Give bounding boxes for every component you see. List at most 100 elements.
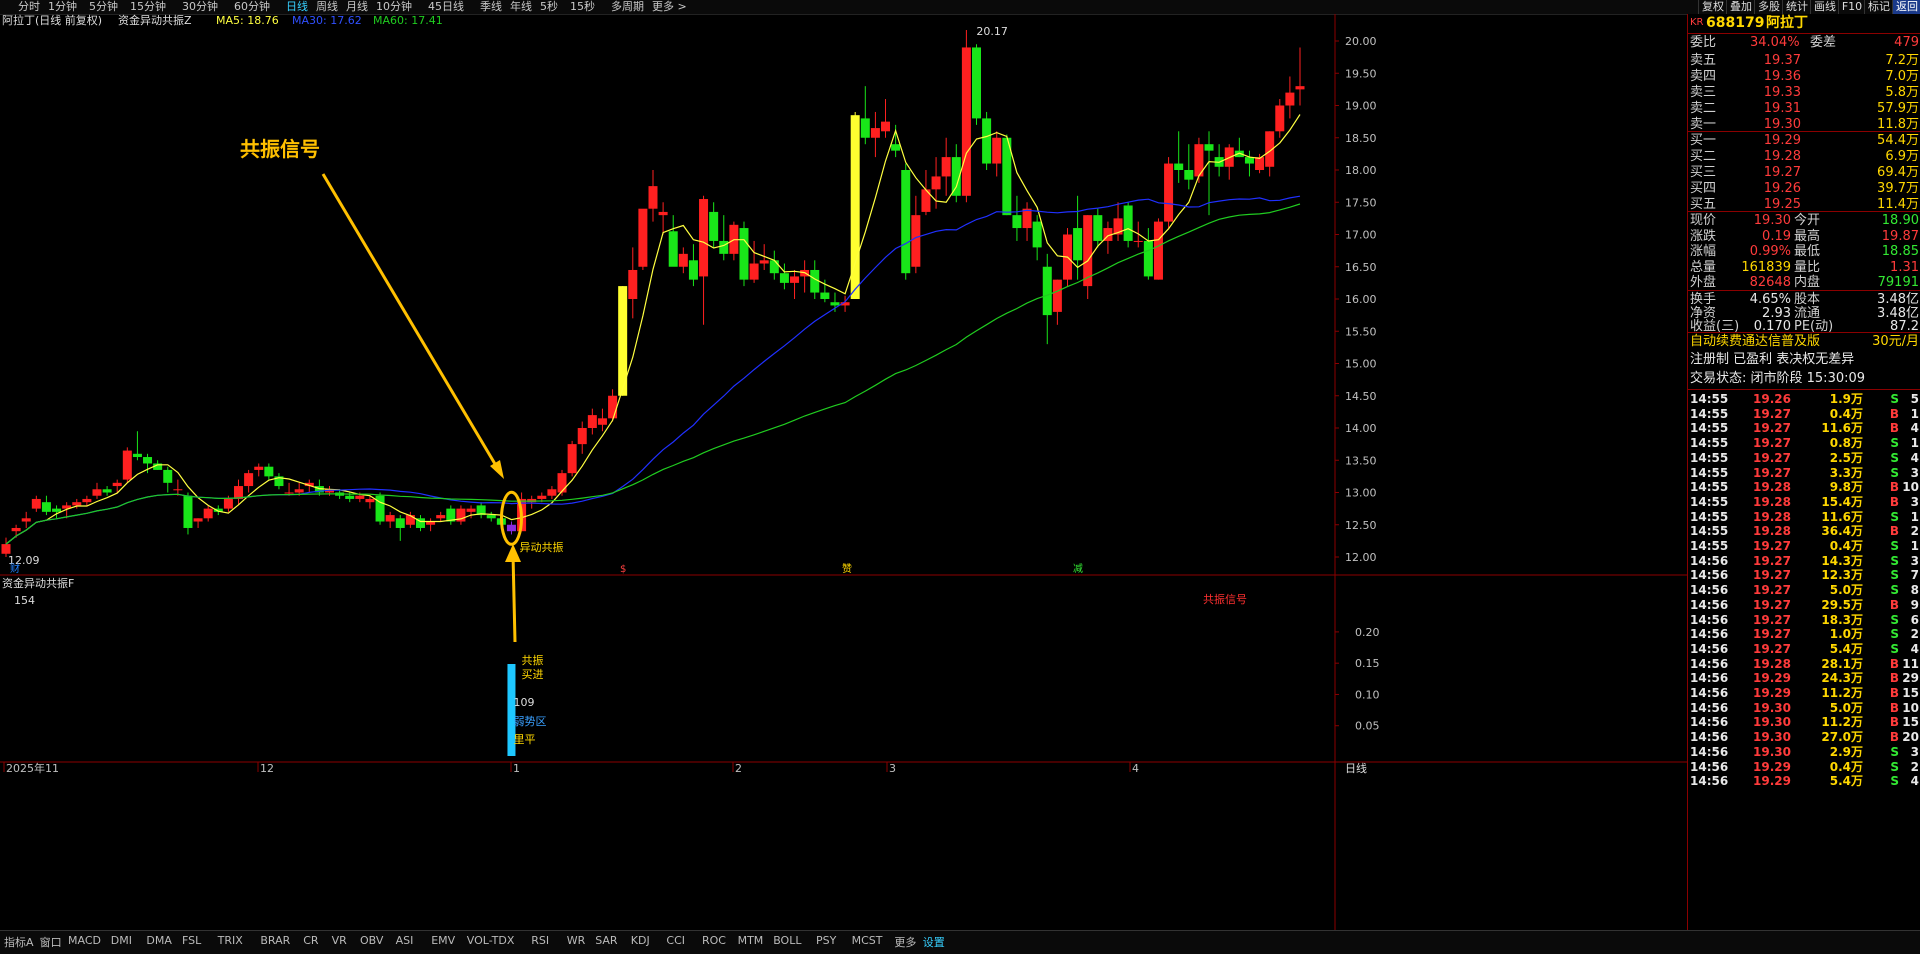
stat-value-2: 79191 bbox=[1877, 275, 1919, 290]
candle-body bbox=[284, 492, 294, 494]
period-tab-8[interactable]: 月线 bbox=[346, 0, 368, 14]
candle-body bbox=[567, 444, 577, 474]
tick-list[interactable]: 14:55 19.26 1.9万 S 5 14:55 19.27 0.4万 B 1 14:55 19.… bbox=[1688, 389, 1920, 954]
period-label: 日线 bbox=[1345, 761, 1367, 775]
indicator-tab-23[interactable]: MCST bbox=[852, 934, 883, 947]
indicator-tab-11[interactable]: ASI bbox=[396, 934, 414, 947]
sub-arrow bbox=[511, 553, 517, 643]
indicator-tab-17[interactable]: KDJ bbox=[631, 934, 650, 947]
period-tab-11[interactable]: 季线 bbox=[480, 0, 502, 14]
candle-body bbox=[1255, 157, 1265, 170]
indicator-tab-7[interactable]: BRAR bbox=[260, 934, 290, 947]
period-tab-6[interactable]: 日线 bbox=[286, 0, 308, 14]
indicator-tab-14[interactable]: RSI bbox=[531, 934, 549, 947]
candle-body bbox=[132, 453, 142, 458]
price-tick-label: 18.00 bbox=[1345, 164, 1377, 177]
indicator-tab-15[interactable]: WR bbox=[567, 934, 586, 947]
indicator-tab-16[interactable]: SAR bbox=[595, 934, 617, 947]
period-tab-16[interactable]: 更多 > bbox=[652, 0, 687, 14]
stat-value: 82648 bbox=[1749, 275, 1791, 290]
candle-body bbox=[122, 450, 132, 480]
indicator-tab-22[interactable]: PSY bbox=[816, 934, 836, 947]
period-tab-4[interactable]: 30分钟 bbox=[182, 0, 218, 14]
period-tab-0[interactable]: 分时 bbox=[18, 0, 40, 14]
ma5-label: MA5: 18.76 bbox=[216, 14, 279, 27]
candle-body bbox=[1143, 240, 1153, 277]
candle-body bbox=[830, 302, 840, 306]
period-tab-12[interactable]: 年线 bbox=[510, 0, 532, 14]
stock-prefix: KR bbox=[1690, 17, 1704, 28]
candle-body bbox=[223, 498, 233, 509]
quote-panel: KR 688179 阿拉丁 委比 34.04% 委差 479 自动续费通达信普及… bbox=[1687, 14, 1920, 953]
indicator-tab-8[interactable]: CR bbox=[303, 934, 318, 947]
period-tab-2[interactable]: 5分钟 bbox=[89, 0, 118, 14]
indicator-tab-3[interactable]: DMI bbox=[111, 934, 132, 947]
price-tick-label: 13.50 bbox=[1345, 454, 1377, 467]
toolbar-button-3[interactable]: 统计 bbox=[1782, 0, 1811, 14]
tick-side: S bbox=[1890, 774, 1899, 789]
indicator-tab-1[interactable]: 窗口 bbox=[40, 934, 62, 950]
indicator-tab-12[interactable]: EMV bbox=[431, 934, 455, 947]
candle-body bbox=[31, 498, 41, 509]
price-tick-label: 20.00 bbox=[1345, 35, 1377, 48]
indicator-tab-18[interactable]: CCI bbox=[666, 934, 685, 947]
toolbar-button-1[interactable]: 叠加 bbox=[1726, 0, 1755, 14]
candle-body bbox=[1153, 221, 1163, 280]
toolbar-button-0[interactable]: 复权 bbox=[1698, 0, 1727, 14]
indicator-tab-13[interactable]: VOL-TDX bbox=[467, 934, 515, 947]
indicator-tab-10[interactable]: OBV bbox=[360, 934, 383, 947]
toolbar-button-7[interactable]: 返回 bbox=[1892, 0, 1920, 14]
order-ratio-value: 34.04% bbox=[1750, 35, 1800, 50]
candle-body bbox=[668, 231, 678, 267]
candle-body bbox=[72, 502, 82, 506]
stock-name[interactable]: 阿拉丁 bbox=[1766, 14, 1808, 32]
sub-label-resonance: 共振 bbox=[521, 653, 543, 667]
period-tab-14[interactable]: 15秒 bbox=[570, 0, 595, 14]
event-marker: $ bbox=[620, 564, 626, 575]
indicator-tab-20[interactable]: MTM bbox=[738, 934, 764, 947]
candle-body bbox=[1285, 92, 1295, 106]
candle-body bbox=[1275, 105, 1285, 132]
period-tab-3[interactable]: 15分钟 bbox=[130, 0, 166, 14]
toolbar-button-6[interactable]: 标记 bbox=[1864, 0, 1893, 14]
indicator-tab-25[interactable]: 设置 bbox=[923, 934, 945, 950]
indicator-tab-9[interactable]: VR bbox=[332, 934, 347, 947]
period-tab-7[interactable]: 周线 bbox=[316, 0, 338, 14]
price-tick-label: 17.50 bbox=[1345, 196, 1377, 209]
sub-tick-label: 0.05 bbox=[1355, 720, 1380, 733]
kline-chart[interactable]: 阿拉丁(日线 前复权) 资金异动共振Z MA5: 18.76 MA30: 17.62 M… bbox=[0, 14, 1687, 930]
candle-body bbox=[638, 208, 648, 267]
candle-body bbox=[597, 418, 607, 425]
candle-body bbox=[436, 515, 446, 519]
indicator-tab-5[interactable]: FSL bbox=[182, 934, 201, 947]
period-tab-10[interactable]: 45日线 bbox=[428, 0, 464, 14]
candle-body bbox=[345, 495, 355, 499]
indicator-tab-6[interactable]: TRIX bbox=[218, 934, 243, 947]
toolbar-button-5[interactable]: F10 bbox=[1838, 0, 1865, 14]
indicator-tab-21[interactable]: BOLL bbox=[773, 934, 801, 947]
candle-body bbox=[790, 276, 800, 283]
period-tab-5[interactable]: 60分钟 bbox=[234, 0, 270, 14]
toolbar-button-2[interactable]: 多股 bbox=[1754, 0, 1783, 14]
candle-body bbox=[294, 489, 304, 493]
candle-body bbox=[709, 211, 719, 241]
indicator-tab-19[interactable]: ROC bbox=[702, 934, 726, 947]
period-tab-15[interactable]: 多周期 bbox=[611, 0, 644, 14]
ma30-line bbox=[5, 195, 1301, 545]
listing-info: 注册制 已盈利 表决权无差异 bbox=[1690, 352, 1855, 367]
candle-body bbox=[739, 228, 749, 280]
candle-body bbox=[486, 515, 496, 519]
chart-title: 阿拉丁(日线 前复权) bbox=[2, 14, 102, 27]
candle-body bbox=[1073, 228, 1083, 261]
candle-body bbox=[173, 489, 183, 491]
period-tab-9[interactable]: 10分钟 bbox=[376, 0, 412, 14]
indicator-tab-2[interactable]: MACD bbox=[68, 934, 101, 947]
indicator-tab-24[interactable]: 更多 bbox=[894, 934, 916, 950]
tick-price: 19.29 bbox=[1753, 774, 1791, 789]
period-tab-13[interactable]: 5秒 bbox=[540, 0, 558, 14]
indicator-tab-0[interactable]: 指标A bbox=[4, 934, 34, 950]
toolbar-button-4[interactable]: 画线 bbox=[1810, 0, 1839, 14]
period-tab-1[interactable]: 1分钟 bbox=[48, 0, 77, 14]
ma60-label: MA60: 17.41 bbox=[373, 14, 443, 27]
indicator-tab-4[interactable]: DMA bbox=[146, 934, 172, 947]
